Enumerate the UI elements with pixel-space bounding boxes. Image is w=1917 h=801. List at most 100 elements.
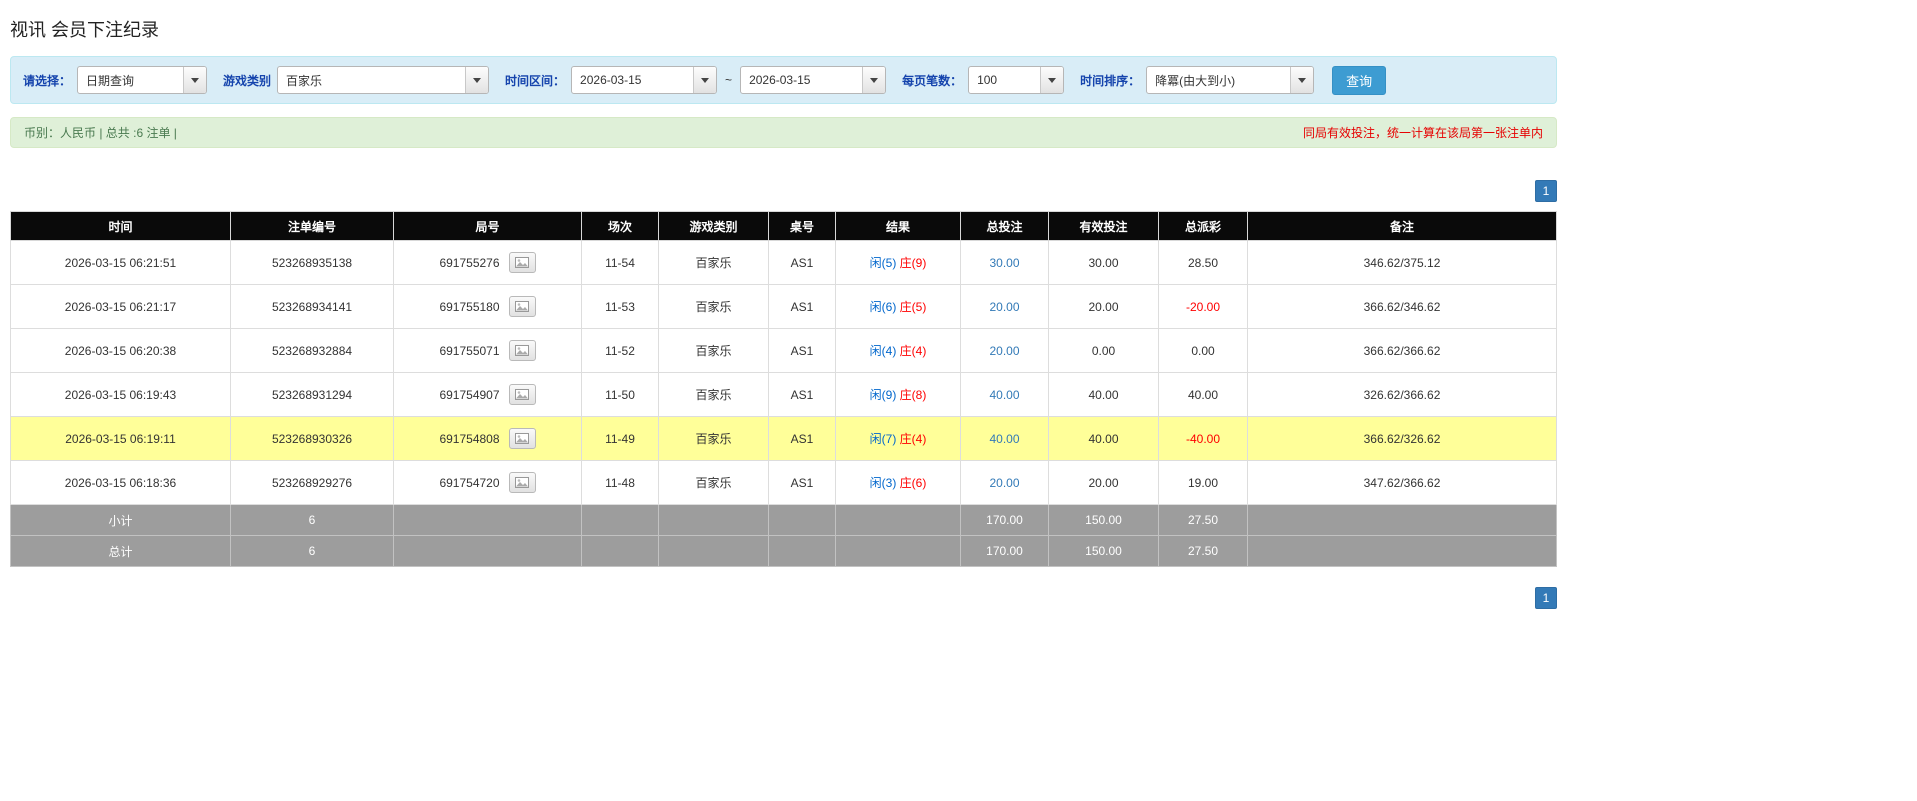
bottom-pagination: 1 — [10, 587, 1557, 609]
subtotal-payout: 27.50 — [1158, 504, 1248, 536]
table-no-cell: AS1 — [768, 372, 836, 417]
sort-order-combobox — [1146, 66, 1315, 94]
round-id: 691754720 — [439, 475, 500, 490]
game-type-cell: 百家乐 — [658, 416, 769, 461]
result-player: 闲(9) — [869, 388, 897, 402]
bet-id-cell: 523268929276 — [230, 460, 394, 505]
select-type-combobox — [77, 66, 208, 94]
header-payout: 总派彩 — [1158, 211, 1248, 241]
select-type-caret-button[interactable] — [183, 67, 207, 93]
result-banker: 庄(6) — [899, 476, 927, 490]
total-payout: 27.50 — [1158, 535, 1248, 567]
date-from-caret-button[interactable] — [693, 67, 717, 93]
result-cell: 闲(9) 庄(8) — [835, 372, 961, 417]
total-bet-link[interactable]: 20.00 — [960, 284, 1049, 329]
subtotal-total-bet: 170.00 — [960, 504, 1049, 536]
result-cell: 闲(7) 庄(4) — [835, 416, 961, 461]
sort-order-caret-button[interactable] — [1290, 67, 1314, 93]
valid-bet-cell: 20.00 — [1048, 284, 1159, 329]
chevron-down-icon — [870, 77, 879, 83]
chevron-down-icon — [1298, 77, 1307, 83]
note-cell: 347.62/366.62 — [1247, 460, 1557, 505]
table-no-cell: AS1 — [768, 328, 836, 373]
table-row: 2026-03-15 06:18:36 523268929276 6917547… — [10, 460, 1557, 505]
subtotal-label: 小计 — [10, 504, 231, 536]
game-type-input[interactable] — [278, 67, 466, 93]
table-row: 2026-03-15 06:21:17 523268934141 6917551… — [10, 284, 1557, 329]
round-result-image-icon[interactable] — [508, 340, 536, 361]
filter-bar: 请选择： 游戏类别 时间区间： ~ 每页笔数： 时间排序： — [10, 56, 1557, 104]
round-result-image-icon[interactable] — [508, 252, 536, 273]
table-row: 2026-03-15 06:19:43 523268931294 6917549… — [10, 372, 1557, 417]
table-row: 2026-03-15 06:20:38 523268932884 6917550… — [10, 328, 1557, 373]
select-type-input[interactable] — [78, 67, 184, 93]
chevron-down-icon — [701, 77, 710, 83]
round-cell: 691755180 — [393, 284, 582, 329]
result-player: 闲(7) — [869, 432, 897, 446]
page-size-input[interactable] — [969, 67, 1041, 93]
date-to-caret-button[interactable] — [862, 67, 886, 93]
round-result-image-icon[interactable] — [508, 428, 536, 449]
total-bet-link[interactable]: 40.00 — [960, 416, 1049, 461]
result-cell: 闲(5) 庄(9) — [835, 240, 961, 285]
date-to-input[interactable] — [741, 67, 863, 93]
session-cell: 11-49 — [581, 416, 659, 461]
game-type-cell: 百家乐 — [658, 328, 769, 373]
payout-cell: -40.00 — [1158, 416, 1248, 461]
game-type-caret-button[interactable] — [465, 67, 489, 93]
subtotal-valid-bet: 150.00 — [1048, 504, 1159, 536]
result-banker: 庄(9) — [899, 256, 927, 270]
total-bet-link[interactable]: 40.00 — [960, 372, 1049, 417]
total-count: 6 — [230, 535, 394, 567]
round-result-image-icon[interactable] — [508, 472, 536, 493]
round-id: 691754907 — [439, 387, 500, 402]
payout-cell: 28.50 — [1158, 240, 1248, 285]
session-cell: 11-53 — [581, 284, 659, 329]
page-size-caret-button[interactable] — [1040, 67, 1064, 93]
header-total-bet: 总投注 — [960, 211, 1049, 241]
date-from-input[interactable] — [572, 67, 694, 93]
page-1-button[interactable]: 1 — [1535, 180, 1557, 202]
bet-id-cell: 523268931294 — [230, 372, 394, 417]
round-cell: 691755071 — [393, 328, 582, 373]
round-id: 691754808 — [439, 431, 500, 446]
header-session: 场次 — [581, 211, 659, 241]
round-cell: 691754907 — [393, 372, 582, 417]
round-cell: 691754808 — [393, 416, 582, 461]
round-id: 691755071 — [439, 343, 500, 358]
page-1-button[interactable]: 1 — [1535, 587, 1557, 609]
date-to-combobox — [740, 66, 887, 94]
table-no-cell: AS1 — [768, 460, 836, 505]
total-bet-link[interactable]: 20.00 — [960, 460, 1049, 505]
total-valid-bet: 150.00 — [1048, 535, 1159, 567]
round-id: 691755276 — [439, 255, 500, 270]
table-no-cell: AS1 — [768, 284, 836, 329]
note-cell: 366.62/366.62 — [1247, 328, 1557, 373]
table-no-cell: AS1 — [768, 416, 836, 461]
time-cell: 2026-03-15 06:21:17 — [10, 284, 231, 329]
header-note: 备注 — [1247, 211, 1557, 241]
header-time: 时间 — [10, 211, 231, 241]
result-cell: 闲(6) 庄(5) — [835, 284, 961, 329]
chevron-down-icon — [1048, 77, 1057, 83]
header-result: 结果 — [835, 211, 961, 241]
time-cell: 2026-03-15 06:20:38 — [10, 328, 231, 373]
game-type-cell: 百家乐 — [658, 240, 769, 285]
main-container: 视讯 会员下注纪录 请选择： 游戏类别 时间区间： ~ 每页笔数： 时间排序： — [10, 0, 1557, 609]
payout-cell: 19.00 — [1158, 460, 1248, 505]
table-no-cell: AS1 — [768, 240, 836, 285]
time-cell: 2026-03-15 06:18:36 — [10, 460, 231, 505]
bet-id-cell: 523268934141 — [230, 284, 394, 329]
round-result-image-icon[interactable] — [508, 384, 536, 405]
time-cell: 2026-03-15 06:19:43 — [10, 372, 231, 417]
time-range-label: 时间区间： — [505, 73, 566, 88]
page-size-combobox — [968, 66, 1065, 94]
query-button[interactable]: 查询 — [1332, 65, 1387, 95]
total-bet-link[interactable]: 30.00 — [960, 240, 1049, 285]
chevron-down-icon — [191, 77, 200, 83]
total-bet-link[interactable]: 20.00 — [960, 328, 1049, 373]
bet-id-cell: 523268930326 — [230, 416, 394, 461]
select-type-label: 请选择： — [23, 73, 72, 88]
round-result-image-icon[interactable] — [508, 296, 536, 317]
sort-order-input[interactable] — [1147, 67, 1291, 93]
